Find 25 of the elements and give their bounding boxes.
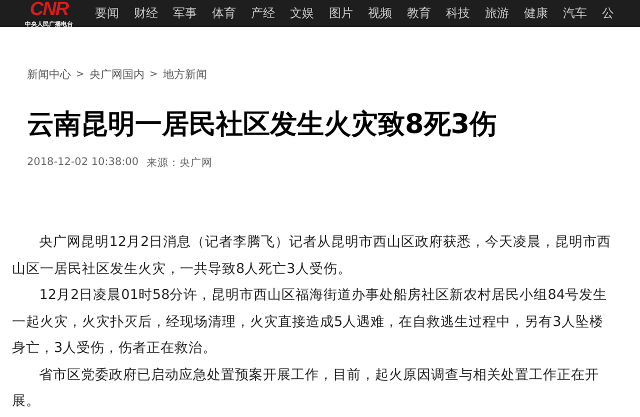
nav-link[interactable]: 健康: [524, 5, 563, 22]
breadcrumb-link[interactable]: 地方新闻: [162, 67, 207, 82]
nav-link[interactable]: 图片: [329, 5, 368, 22]
nav-link[interactable]: 财经: [134, 5, 173, 22]
article-paragraph: 省市区党委政府已启动应急处置预案开展工作，目前，起火原因调查与相关处置工作正在开展。: [12, 366, 600, 411]
article-paragraph: 12月2日凌晨01时58分许，昆明市西山区福海街道办事处船房社区新农村居民小组84号发生一起火灾，火灾扑灭后，经现场清理，火灾直接造成5人遇难，在自救逃生过程中，另有3人坠楼身亡，3人受伤，伤者正在救治。: [12, 286, 608, 358]
nav-link[interactable]: 科技: [446, 5, 485, 22]
article-paragraph: 央广网昆明12月2日消息（记者李腾飞）记者从昆明市西山区政府获悉，今天凌晨，昆明市西山区一居民社区发生火灾，一共导致8人死亡3人受伤。: [12, 233, 612, 278]
nav-link[interactable]: 要闻: [95, 5, 134, 22]
breadcrumb-separator: >: [76, 69, 84, 80]
publish-date: 2018-12-02 10:38:00: [27, 156, 139, 170]
breadcrumb-link[interactable]: 央广网国内: [89, 67, 144, 82]
nav-link[interactable]: 视频: [368, 5, 407, 22]
nav-link[interactable]: 体育: [212, 5, 251, 22]
breadcrumb-separator: >: [149, 69, 158, 80]
nav-link[interactable]: 教育: [407, 5, 446, 22]
nav-link[interactable]: 公: [602, 5, 640, 22]
article-source: 来源：央广网: [146, 156, 213, 170]
article-title: 云南昆明一居民社区发生火灾致8死3伤: [27, 108, 498, 142]
nav-link[interactable]: 汽车: [563, 5, 602, 22]
nav-link[interactable]: 旅游: [485, 5, 524, 22]
breadcrumb-link[interactable]: 新闻中心: [27, 67, 71, 82]
nav-link[interactable]: 文娱: [290, 5, 329, 22]
nav-link[interactable]: 产经: [251, 5, 290, 22]
nav-link[interactable]: 军事: [173, 5, 212, 22]
